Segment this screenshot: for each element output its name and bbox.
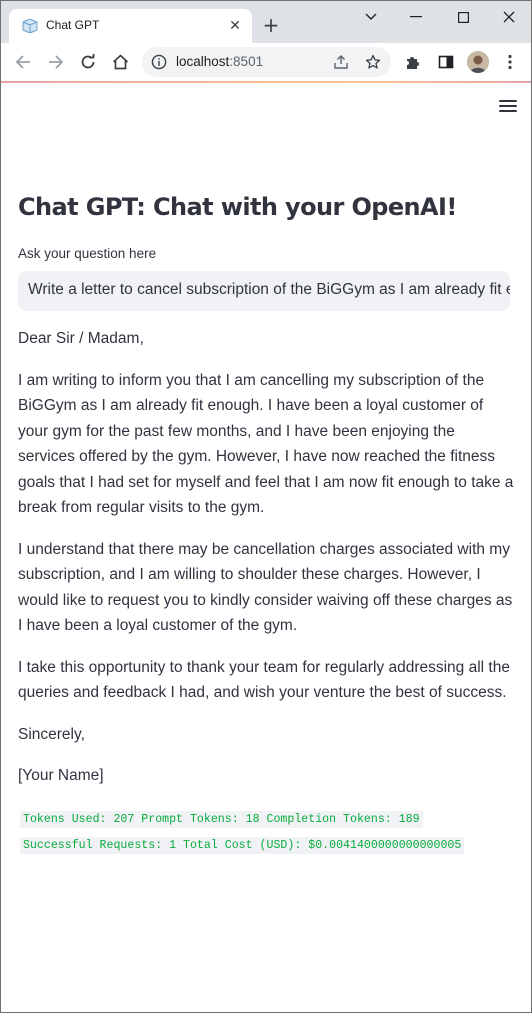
close-icon[interactable]: ✕ [227,18,243,34]
title-bar: Chat GPT ✕ + [1,1,531,43]
browser-window: Chat GPT ✕ + localhost:8501 Chat GPT: Ch… [0,0,532,1013]
favicon-icon [22,19,38,33]
answer-text: Dear Sir / Madam, I am writing to inform… [18,326,514,805]
window-close-icon[interactable] [489,5,529,29]
browser-tab[interactable]: Chat GPT ✕ [9,9,252,43]
forward-icon[interactable] [44,50,68,74]
extension-icon[interactable] [401,50,425,74]
answer-paragraph: I understand that there may be cancellat… [18,540,513,635]
answer-paragraph: I am writing to inform you that I am can… [18,371,514,517]
home-icon[interactable] [108,50,132,74]
answer-signature: [Your Name] [18,767,104,784]
browser-toolbar: localhost:8501 [1,43,531,81]
info-icon[interactable] [151,54,167,70]
url-text[interactable]: localhost:8501 [176,54,263,69]
question-input[interactable]: Write a letter to cancel subscription of… [18,271,510,311]
plus-icon[interactable]: + [259,13,283,37]
back-icon[interactable] [11,50,35,74]
app-page: Chat GPT: Chat with your OpenAI! Ask you… [1,83,531,1012]
hamburger-icon[interactable] [499,100,517,114]
question-label: Ask your question here [18,246,157,261]
maximize-icon[interactable] [443,5,483,29]
tab-title: Chat GPT [46,18,100,32]
page-title: Chat GPT: Chat with your OpenAI! [18,193,457,221]
address-bar[interactable]: localhost:8501 [142,47,391,77]
stats-cost: Successful Requests: 1 Total Cost (USD):… [20,837,465,854]
minimize-icon[interactable] [396,5,436,29]
reload-icon[interactable] [76,50,100,74]
more-icon[interactable] [498,50,522,74]
question-input-value[interactable]: Write a letter to cancel subscription of… [28,281,510,299]
star-icon[interactable] [365,54,381,70]
avatar[interactable] [467,51,489,73]
answer-salutation: Dear Sir / Madam, [18,330,144,347]
stats-tokens: Tokens Used: 207 Prompt Tokens: 18 Compl… [20,811,423,828]
answer-paragraph: I take this opportunity to thank your te… [18,658,510,702]
token-stats: Tokens Used: 207 Prompt Tokens: 18 Compl… [18,811,466,864]
chevron-down-icon[interactable] [351,5,391,29]
answer-closing: Sincerely, [18,725,85,743]
sidepanel-icon[interactable] [434,50,458,74]
share-icon[interactable] [333,54,349,70]
